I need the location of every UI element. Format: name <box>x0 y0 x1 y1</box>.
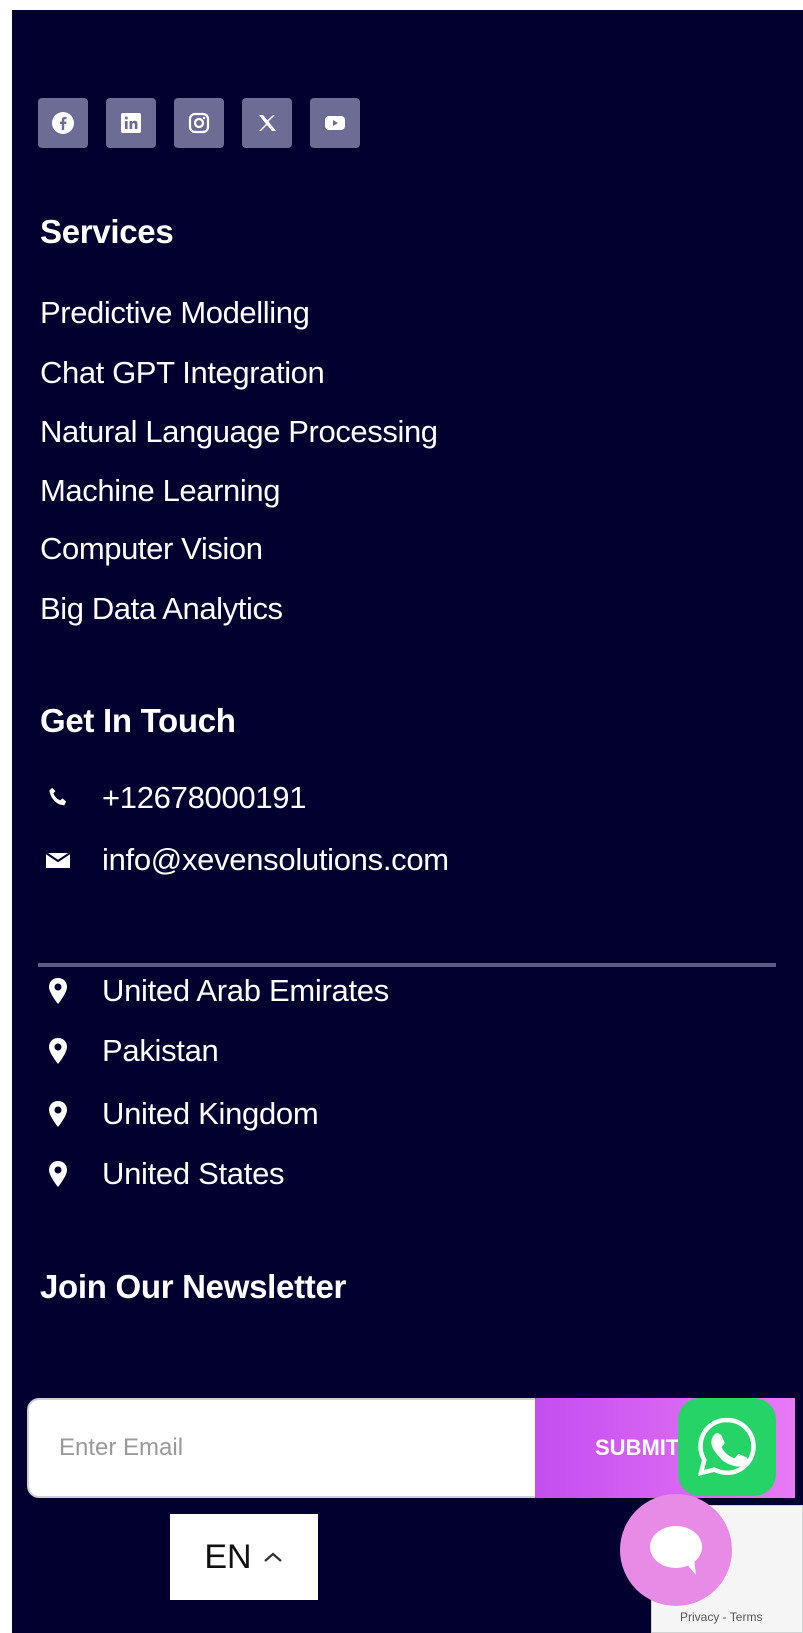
location-item: Pakistan <box>40 1033 219 1069</box>
newsletter-form: SUBMIT <box>27 1398 795 1502</box>
location-name: United Arab Emirates <box>102 973 389 1008</box>
language-selector[interactable]: EN <box>170 1514 318 1600</box>
service-link[interactable]: Predictive Modelling <box>40 295 310 331</box>
email-address[interactable]: info@xevensolutions.com <box>102 842 449 878</box>
social-links <box>38 98 360 148</box>
service-link[interactable]: Natural Language Processing <box>40 414 438 450</box>
chat-bubble-icon <box>650 1526 702 1575</box>
whatsapp-button[interactable] <box>678 1398 776 1496</box>
youtube-link[interactable] <box>310 98 360 148</box>
site-footer: Services Predictive Modelling Chat GPT I… <box>12 10 803 1633</box>
location-item: United Kingdom <box>40 1096 319 1132</box>
service-link[interactable]: Computer Vision <box>40 531 263 567</box>
service-link[interactable]: Big Data Analytics <box>40 591 283 627</box>
location-name: United Kingdom <box>102 1096 319 1131</box>
location-item: United States <box>40 1156 285 1192</box>
location-name: United States <box>102 1156 285 1191</box>
newsletter-heading: Join Our Newsletter <box>40 1268 347 1305</box>
youtube-icon <box>325 116 345 130</box>
instagram-link[interactable] <box>174 98 224 148</box>
map-pin-icon <box>40 1096 76 1132</box>
facebook-icon <box>52 112 74 134</box>
recaptcha-legal[interactable]: Privacy - Terms <box>680 1610 762 1624</box>
whatsapp-icon <box>697 1417 756 1477</box>
contact-heading: Get In Touch <box>40 702 236 739</box>
language-label: EN <box>204 1537 252 1576</box>
page: Services Predictive Modelling Chat GPT I… <box>0 0 803 1633</box>
linkedin-icon <box>121 113 141 133</box>
location-name: Pakistan <box>102 1033 219 1068</box>
newsletter-email-input[interactable] <box>27 1398 535 1498</box>
service-link[interactable]: Chat GPT Integration <box>40 355 325 391</box>
chat-launcher-button[interactable] <box>620 1494 732 1606</box>
location-item: United Arab Emirates <box>40 973 389 1009</box>
service-link[interactable]: Machine Learning <box>40 473 280 509</box>
x-link[interactable] <box>242 98 292 148</box>
phone-icon <box>40 780 76 816</box>
email-row[interactable]: info@xevensolutions.com <box>40 842 449 878</box>
facebook-link[interactable] <box>38 98 88 148</box>
envelope-icon <box>40 842 76 878</box>
x-icon <box>259 115 276 131</box>
map-pin-icon <box>40 973 76 1009</box>
map-pin-icon <box>40 1156 76 1192</box>
phone-number[interactable]: +12678000191 <box>102 780 306 816</box>
instagram-icon <box>188 112 210 134</box>
services-heading: Services <box>40 213 174 250</box>
phone-row[interactable]: +12678000191 <box>40 780 306 816</box>
chevron-up-icon <box>263 1552 282 1562</box>
map-pin-icon <box>40 1033 76 1069</box>
divider <box>38 963 776 967</box>
linkedin-link[interactable] <box>106 98 156 148</box>
